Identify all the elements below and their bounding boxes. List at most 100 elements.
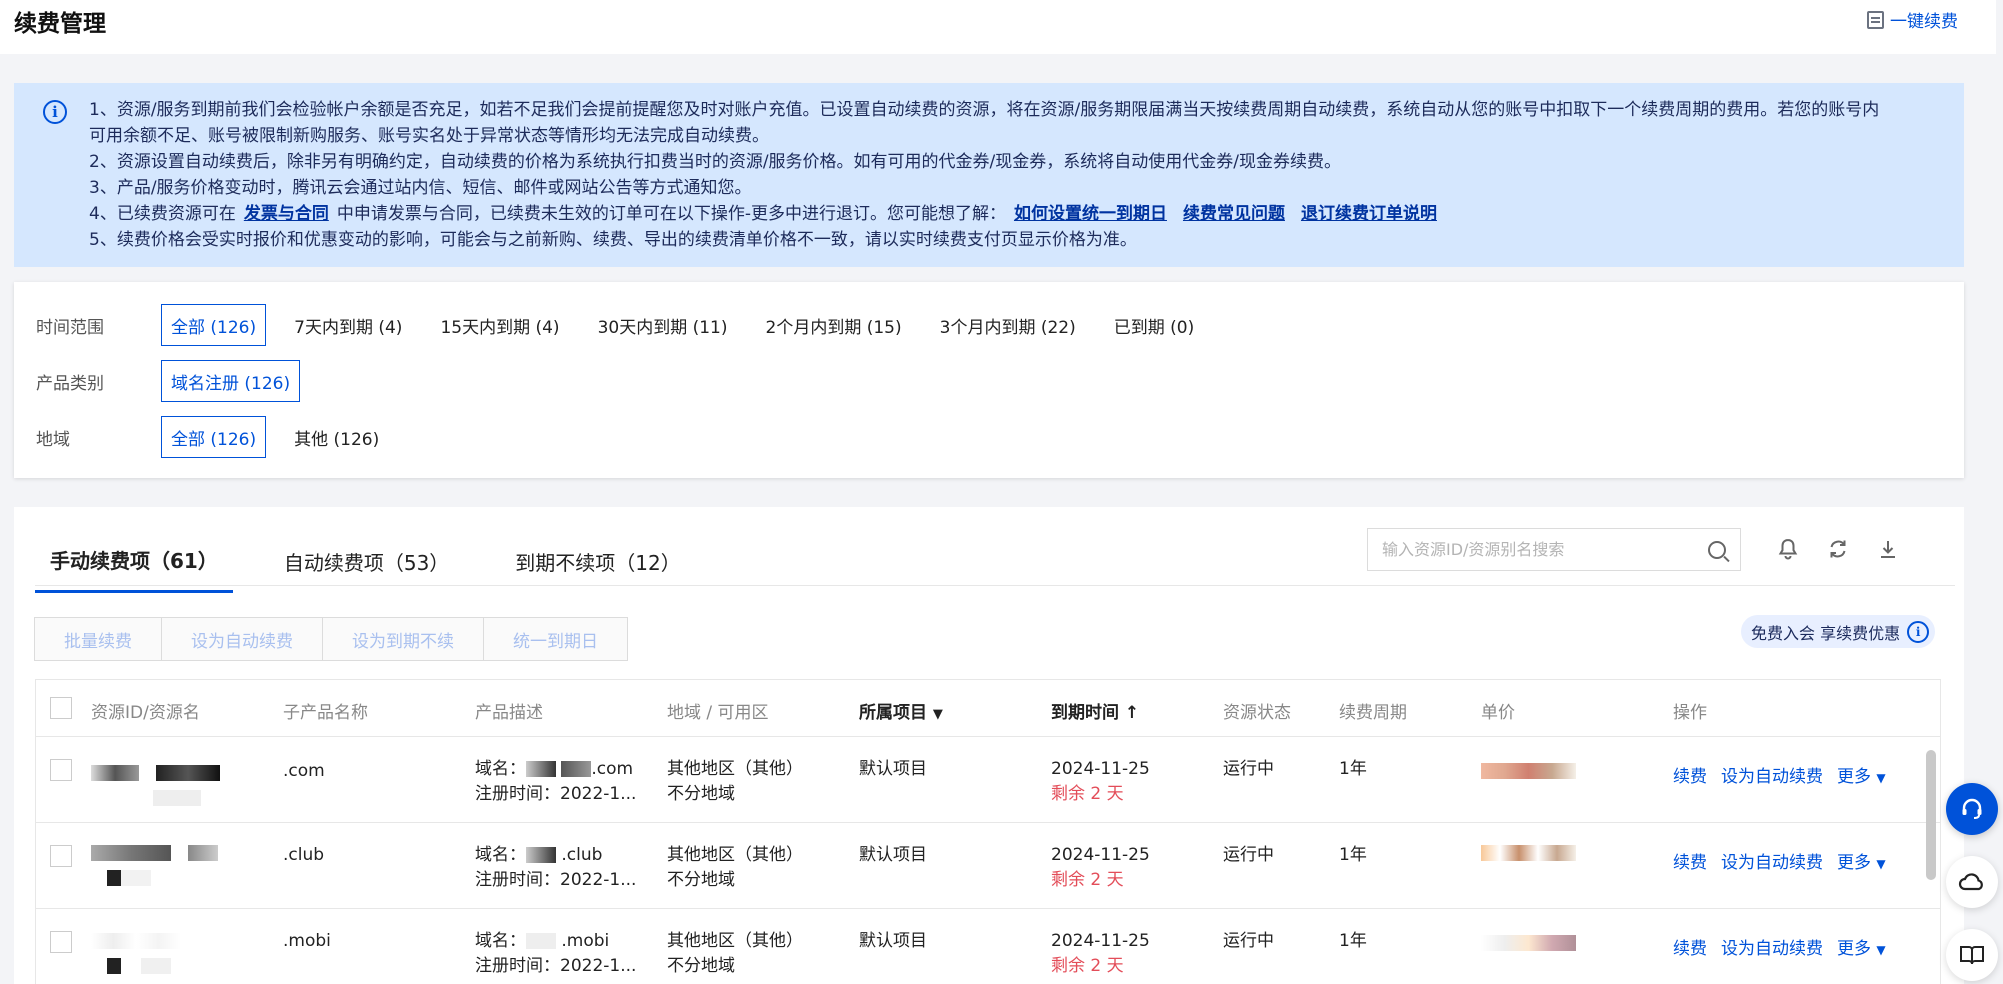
table-row: .com 域名： .com 注册时间：2022-1... 其他地区（其他） 不分… xyxy=(36,737,1940,823)
caret-down-icon: ▼ xyxy=(1876,943,1886,957)
row-checkbox[interactable] xyxy=(50,759,72,781)
row-checkbox[interactable] xyxy=(50,845,72,867)
reg-time: 注册时间：2022-1... xyxy=(475,956,637,976)
col-expire[interactable]: 到期时间 ↑ xyxy=(1051,698,1139,723)
zone-name: 不分地域 xyxy=(667,956,735,976)
filter-time-15d[interactable]: 15天内到期 (4) xyxy=(430,304,569,346)
tab-auto-renew[interactable]: 自动续费项（53） xyxy=(269,529,464,593)
cloud-help-icon[interactable] xyxy=(1946,856,1998,908)
notice-line-4-prefix: 4、已续费资源可在 xyxy=(89,204,236,224)
domain-suffix: .com xyxy=(591,759,634,779)
row-checkbox[interactable] xyxy=(50,931,72,953)
refund-guide-link[interactable]: 退订续费订单说明 xyxy=(1301,204,1437,224)
set-auto-renew-button[interactable]: 设为自动续费 xyxy=(161,617,323,661)
resource-status: 运行中 xyxy=(1223,759,1274,779)
select-all-checkbox[interactable] xyxy=(50,697,72,719)
region-name: 其他地区（其他） xyxy=(667,845,803,865)
table-scrollbar[interactable] xyxy=(1926,750,1936,880)
filter-icon[interactable]: ▼ xyxy=(933,707,943,722)
info-icon: i xyxy=(1907,620,1930,643)
tab-no-renew[interactable]: 到期不续项（12） xyxy=(500,529,695,593)
filter-label-product: 产品类别 xyxy=(36,373,104,394)
row-actions: 续费 设为自动续费 更多 ▼ xyxy=(1673,765,1900,791)
notice-banner: i 1、资源/服务到期前我们会检验帐户余额是否充足，如若不足我们会提前提醒您及时… xyxy=(14,83,1964,267)
renew-link[interactable]: 续费 xyxy=(1673,767,1707,787)
remain-days: 剩余 2 天 xyxy=(1051,870,1124,890)
col-project[interactable]: 所属项目 ▼ xyxy=(859,698,943,723)
renew-period: 1年 xyxy=(1339,759,1367,779)
region-zone: 其他地区（其他） 不分地域 xyxy=(667,929,803,979)
resource-table: 资源ID/资源名 子产品名称 产品描述 地域 / 可用区 所属项目 ▼ 到期时间… xyxy=(35,679,1941,984)
filter-time-3m[interactable]: 3个月内到期 (22) xyxy=(930,304,1086,346)
resource-status: 运行中 xyxy=(1223,845,1274,865)
filter-time-7d[interactable]: 7天内到期 (4) xyxy=(284,304,412,346)
search-input[interactable] xyxy=(1382,540,1708,559)
search-icon[interactable] xyxy=(1708,540,1726,559)
page-title: 续费管理 xyxy=(14,11,106,37)
col-period: 续费周期 xyxy=(1339,703,1407,723)
filter-time-all[interactable]: 全部 (126) xyxy=(161,304,267,346)
filter-region-other[interactable]: 其他 (126) xyxy=(284,416,389,458)
more-label: 更多 xyxy=(1837,853,1871,873)
table-header: 资源ID/资源名 子产品名称 产品描述 地域 / 可用区 所属项目 ▼ 到期时间… xyxy=(36,680,1940,737)
batch-renew-button[interactable]: 批量续费 xyxy=(34,617,162,661)
more-dropdown[interactable]: 更多 ▼ xyxy=(1837,853,1886,873)
resource-status: 运行中 xyxy=(1223,931,1274,951)
col-sub-product: 子产品名称 xyxy=(283,703,368,723)
expire-date: 2024-11-25 xyxy=(1051,845,1150,865)
filter-region-all[interactable]: 全部 (126) xyxy=(161,416,267,458)
product-description: 域名： .com 注册时间：2022-1... xyxy=(475,757,636,807)
search-box xyxy=(1367,528,1741,571)
list-icon xyxy=(1867,10,1884,29)
domain-suffix: .club xyxy=(561,845,603,865)
set-auto-renew-link[interactable]: 设为自动续费 xyxy=(1721,767,1823,787)
set-no-renew-button[interactable]: 设为到期不续 xyxy=(322,617,484,661)
resource-id-masked xyxy=(91,841,219,891)
refresh-icon[interactable] xyxy=(1824,535,1852,563)
filter-panel: 时间范围 全部 (126) 7天内到期 (4) 15天内到期 (4) 30天内到… xyxy=(14,282,1964,478)
sort-up-icon[interactable]: ↑ xyxy=(1125,703,1139,723)
batch-actions: 批量续费 设为自动续费 设为到期不续 统一到期日 xyxy=(34,617,628,661)
notice-line-3: 3、产品/服务价格变动时，腾讯云会通过站内信、短信、邮件或网站公告等方式通知您。 xyxy=(89,178,752,198)
expire-info: 2024-11-25 剩余 2 天 xyxy=(1051,757,1150,807)
book-icon[interactable] xyxy=(1946,929,1998,981)
download-icon[interactable] xyxy=(1874,535,1902,563)
notice-line-1b: 可用余额不足、账号被限制新购服务、账号实名处于异常状态等情形均无法完成自动续费。 xyxy=(89,126,769,146)
tab-manual-renew[interactable]: 手动续费项（61） xyxy=(35,529,233,593)
renew-faq-link[interactable]: 续费常见问题 xyxy=(1183,204,1285,224)
filter-time-30d[interactable]: 30天内到期 (11) xyxy=(588,304,738,346)
set-auto-renew-link[interactable]: 设为自动续费 xyxy=(1721,939,1823,959)
filter-time-expired[interactable]: 已到期 (0) xyxy=(1104,304,1204,346)
project-name: 默认项目 xyxy=(859,759,927,779)
col-expire-label: 到期时间 xyxy=(1051,703,1119,723)
member-promo-badge[interactable]: 免费入会 享续费优惠 i xyxy=(1741,615,1936,648)
one-key-renew-button[interactable]: 一键续费 xyxy=(1867,7,1958,32)
invoice-contract-link[interactable]: 发票与合同 xyxy=(244,204,329,224)
zone-name: 不分地域 xyxy=(667,870,735,890)
set-auto-renew-link[interactable]: 设为自动续费 xyxy=(1721,853,1823,873)
unify-expire-link[interactable]: 如何设置统一到期日 xyxy=(1014,204,1167,224)
domain-prefix: 域名： xyxy=(475,931,526,951)
notice-line-2: 2、资源设置自动续费后，除非另有明确约定，自动续费的价格为系统执行扣费当时的资源… xyxy=(89,152,1341,172)
filter-time-2m[interactable]: 2个月内到期 (15) xyxy=(756,304,912,346)
filter-product-domain[interactable]: 域名注册 (126) xyxy=(161,360,301,402)
bell-icon[interactable] xyxy=(1774,535,1802,563)
customer-service-icon[interactable] xyxy=(1946,783,1998,835)
notice-line-4-middle: 中申请发票与合同，已续费未生效的订单可在以下操作-更多中进行退订。您可能想了解： xyxy=(336,204,1006,224)
reg-time: 注册时间：2022-1... xyxy=(475,870,637,890)
more-dropdown[interactable]: 更多 ▼ xyxy=(1837,767,1886,787)
sub-product-name: .club xyxy=(283,845,325,865)
table-row: .club 域名： .club 注册时间：2022-1... 其他地区（其他） … xyxy=(36,823,1940,909)
table-row: .mobi 域名： .mobi 注册时间：2022-1... 其他地区（其他） … xyxy=(36,909,1940,984)
more-dropdown[interactable]: 更多 ▼ xyxy=(1837,939,1886,959)
col-status: 资源状态 xyxy=(1223,703,1291,723)
notice-line-5: 5、续费价格会受实时报价和优惠变动的影响，可能会与之前新购、续费、导出的续费清单… xyxy=(89,230,1137,250)
zone-name: 不分地域 xyxy=(667,784,735,804)
renew-link[interactable]: 续费 xyxy=(1673,853,1707,873)
unify-expire-button[interactable]: 统一到期日 xyxy=(483,617,628,661)
renew-link[interactable]: 续费 xyxy=(1673,939,1707,959)
resource-id-masked xyxy=(91,761,221,811)
filter-label-time: 时间范围 xyxy=(36,317,104,338)
col-price: 单价 xyxy=(1481,703,1515,723)
caret-down-icon: ▼ xyxy=(1876,857,1886,871)
